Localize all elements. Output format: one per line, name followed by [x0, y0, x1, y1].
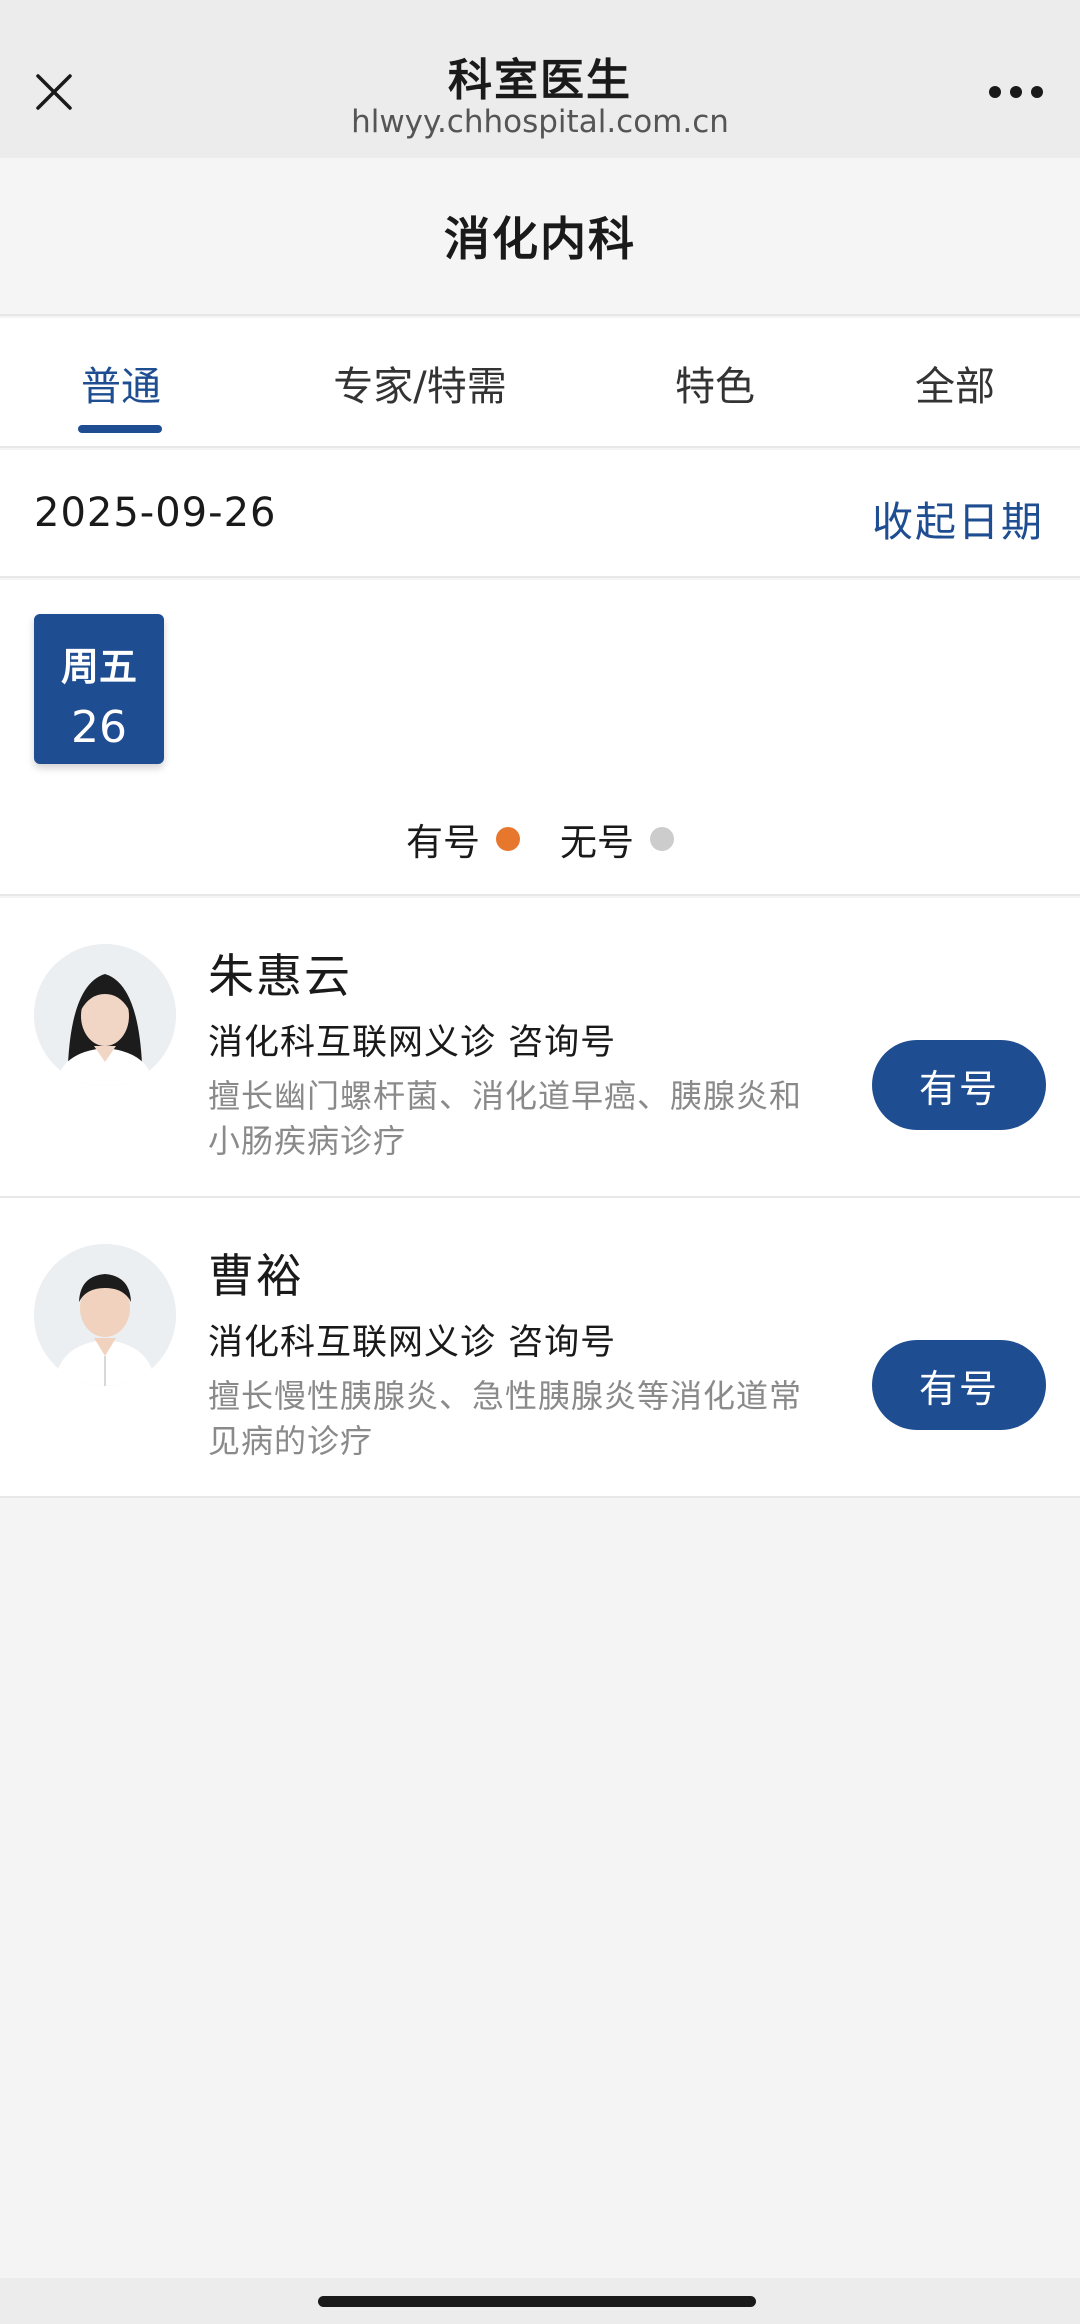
page-header: 消化内科 — [0, 158, 1080, 316]
availability-button[interactable]: 有号 — [872, 1040, 1046, 1130]
day-number: 26 — [71, 702, 127, 753]
doctor-avatar — [34, 1244, 176, 1386]
browser-url: hlwyy.chhospital.com.cn — [351, 104, 729, 140]
browser-title-bar: 科室医生 hlwyy.chhospital.com.cn — [0, 0, 1080, 158]
tab-expert[interactable]: 专家/特需 — [300, 318, 540, 448]
home-indicator[interactable] — [318, 2296, 756, 2307]
tab-all[interactable]: 全部 — [890, 318, 1020, 448]
day-weekday: 周五 — [60, 645, 137, 689]
page-title: 消化内科 — [444, 212, 636, 266]
doctor-name: 朱惠云 — [208, 949, 352, 1003]
doctor-specialty: 擅长幽门螺杆菌、消化道早癌、胰腺炎和小肠疾病诊疗 — [208, 1077, 803, 1160]
tab-featured[interactable]: 特色 — [650, 318, 780, 448]
active-tab-indicator — [78, 425, 162, 433]
availability-legend: 有号 无号 — [0, 812, 1080, 866]
doctor-type-tabs: 普通 专家/特需 特色 全部 — [0, 318, 1080, 448]
more-button[interactable] — [976, 64, 1056, 120]
browser-title: 科室医生 — [448, 55, 632, 106]
doctor-department: 消化科互联网义诊 咨询号 — [208, 1023, 617, 1063]
collapse-date-button[interactable]: 收起日期 — [872, 488, 1044, 548]
more-dots-icon — [989, 86, 1043, 98]
available-dot-icon — [496, 827, 520, 851]
doctor-specialty: 擅长慢性胰腺炎、急性胰腺炎等消化道常见病的诊疗 — [208, 1377, 803, 1460]
availability-button[interactable]: 有号 — [872, 1340, 1046, 1430]
selected-date: 2025-09-26 — [34, 490, 277, 536]
legend-available-label: 有号 — [406, 821, 480, 864]
doctor-card[interactable]: 朱惠云 消化科互联网义诊 咨询号 擅长幽门螺杆菌、消化道早癌、胰腺炎和小肠疾病诊… — [0, 898, 1080, 1198]
doctor-department: 消化科互联网义诊 咨询号 — [208, 1323, 617, 1363]
legend-unavailable-label: 无号 — [560, 821, 634, 864]
doctor-avatar — [34, 944, 176, 1086]
unavailable-dot-icon — [650, 827, 674, 851]
doctor-card[interactable]: 曹裕 消化科互联网义诊 咨询号 擅长慢性胰腺炎、急性胰腺炎等消化道常见病的诊疗 … — [0, 1198, 1080, 1498]
doctor-name: 曹裕 — [208, 1249, 304, 1303]
day-picker: 周五 26 有号 无号 — [0, 580, 1080, 896]
day-chip-selected[interactable]: 周五 26 — [34, 614, 164, 764]
date-bar: 2025-09-26 收起日期 — [0, 450, 1080, 578]
